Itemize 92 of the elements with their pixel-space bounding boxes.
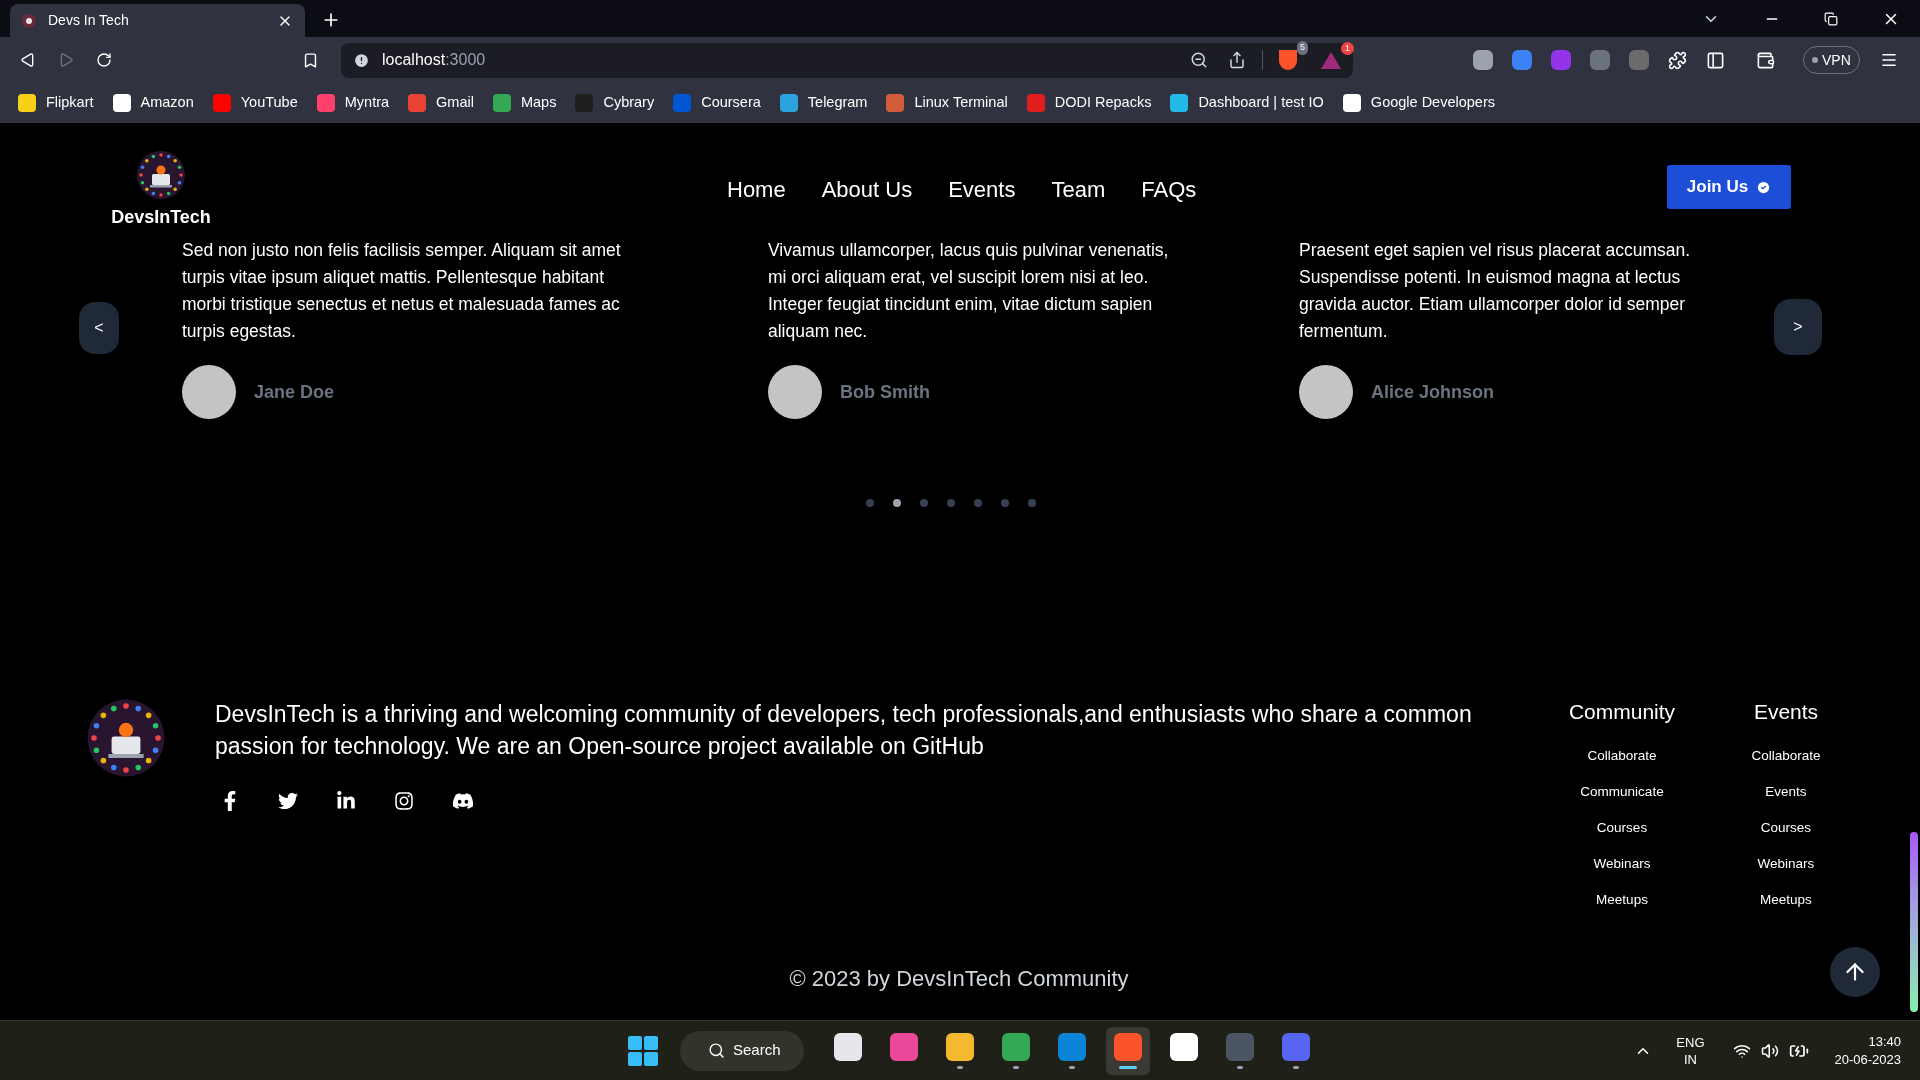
sidebar-icon[interactable] <box>1706 50 1725 70</box>
footer-link[interactable]: Courses <box>1760 819 1812 837</box>
taskbar-button[interactable] <box>1106 1026 1150 1075</box>
info-icon <box>353 51 370 69</box>
previous-button[interactable]: < <box>79 302 119 354</box>
avatar <box>1299 365 1353 419</box>
check-icon <box>1756 179 1772 195</box>
running-indicator <box>957 1065 963 1069</box>
running-indicator <box>1013 1065 1019 1069</box>
zoom-out-icon[interactable] <box>1190 51 1208 69</box>
nav-link[interactable]: FAQs <box>1141 173 1197 206</box>
language-text[interactable]: ENG <box>1676 1033 1705 1051</box>
footer-link[interactable]: Events <box>1765 783 1807 801</box>
running-indicator <box>1293 1065 1299 1069</box>
extension-icon[interactable] <box>1473 50 1493 70</box>
author-name: Alice Johnson <box>1371 380 1495 404</box>
logo-icon <box>136 150 186 200</box>
twitter-icon[interactable] <box>278 791 298 811</box>
search-button[interactable]: Search <box>680 1030 804 1071</box>
bookmark-link[interactable]: Linux Terminal <box>914 92 1008 114</box>
bookmark-link[interactable]: DODI Repacks <box>1054 92 1152 114</box>
bookmark-link[interactable]: Telegram <box>807 92 868 114</box>
scroll-to-top-button[interactable] <box>1830 947 1880 997</box>
extension-icon[interactable] <box>1590 50 1610 70</box>
footer-link[interactable]: Meetups <box>1596 891 1648 909</box>
footer-link[interactable]: Communicate <box>1580 783 1664 801</box>
footer-link[interactable]: Collaborate <box>1587 747 1657 765</box>
bookmark-link[interactable]: Maps <box>520 92 557 114</box>
restore-icon[interactable] <box>1824 12 1838 26</box>
browser-tab[interactable]: Devs In Tech <box>10 4 305 37</box>
tab-title: Devs In Tech <box>48 11 130 30</box>
bookmark-link[interactable]: Myntra <box>344 92 390 114</box>
footer-link[interactable]: Meetups <box>1760 891 1812 909</box>
author-name: Bob Smith <box>840 380 930 404</box>
copyright-text: © 2023 by DevsInTech Community <box>789 965 1129 993</box>
nav-link[interactable]: Home <box>727 173 786 206</box>
menu-icon[interactable] <box>1879 51 1898 69</box>
nav-link[interactable]: About Us <box>821 173 913 206</box>
about-text: DevsInTech is a thriving and welcoming community of developers, tech professionals,and enthusiasts who share a common passion for technology. We are an Open-source project available on GitHub <box>215 700 1473 761</box>
footer-link[interactable]: Collaborate <box>1751 747 1821 765</box>
nav-link[interactable]: Events <box>948 173 1016 206</box>
scrollbar-thumb[interactable] <box>1910 832 1918 1012</box>
clock-date[interactable]: 20-06-2023 <box>1834 1050 1901 1069</box>
forward-icon[interactable] <box>58 52 74 68</box>
start-icon[interactable] <box>628 1035 658 1066</box>
instagram-icon[interactable] <box>394 791 414 811</box>
linkedin-icon[interactable] <box>336 791 356 811</box>
avatar <box>768 365 822 419</box>
shields-icon[interactable] <box>1279 50 1297 70</box>
address-bar[interactable]: localhost:3000 5 1 <box>341 42 1353 78</box>
search-icon <box>708 1042 725 1059</box>
volume-icon[interactable] <box>1760 1041 1779 1060</box>
author-name: Jane Doe <box>254 380 335 404</box>
avatar <box>182 365 236 419</box>
extension-icon[interactable] <box>1512 50 1532 70</box>
running-indicator <box>1119 1065 1137 1069</box>
wallet-icon[interactable] <box>1756 50 1775 70</box>
bookmark-link[interactable]: Cybrary <box>603 92 655 114</box>
bookmark-link[interactable]: Google Developers <box>1370 92 1495 114</box>
join-us-button[interactable]: Join Us <box>1667 165 1791 209</box>
reload-icon[interactable] <box>96 52 112 68</box>
extensions-icon[interactable] <box>1668 50 1687 70</box>
bookmark-link[interactable]: YouTube <box>240 92 298 114</box>
bookmark-link[interactable]: Gmail <box>436 92 474 114</box>
footer-link[interactable]: Courses <box>1596 819 1648 837</box>
shields-count: 5 <box>1297 41 1308 55</box>
clock-time[interactable]: 13:40 <box>1868 1032 1901 1051</box>
logo-icon <box>86 698 166 778</box>
bookmark-link[interactable]: Flipkart <box>46 92 94 114</box>
region-text[interactable]: IN <box>1683 1050 1697 1068</box>
extension-icon[interactable] <box>1629 50 1649 70</box>
rewards-count: 1 <box>1341 41 1354 55</box>
tab-favicon-icon <box>22 13 36 28</box>
testimonial-text: Praesent eget sapien vel risus placerat accumsan. Suspendisse potenti. In euismod magna at lectus gravida auctor. Etiam ullamcorper dolor id semper fermentum. <box>1299 239 1692 343</box>
testimonial-text: Vivamus ullamcorper, lacus quis pulvinar venenatis, mi orci aliquam erat, vel suscipit lorem nisi at leo. Integer feugiat tincidunt enim, vitae dictum sapien aliquam nec. <box>768 239 1170 343</box>
brand-name: DevsInTech <box>111 206 211 229</box>
column-heading: Community <box>1568 699 1676 725</box>
bookmark-link[interactable]: Amazon <box>140 92 194 114</box>
footer-link[interactable]: Webinars <box>1593 855 1651 873</box>
nav-link[interactable]: Team <box>1051 173 1106 206</box>
back-icon[interactable] <box>20 52 36 68</box>
url-text: localhost:3000 <box>382 50 486 70</box>
bookmark-link[interactable]: Coursera <box>701 92 761 114</box>
column-heading: Events <box>1753 699 1819 725</box>
bookmark-link[interactable]: Dashboard | test IO <box>1198 92 1324 114</box>
running-indicator <box>1237 1065 1243 1069</box>
footer-link[interactable]: Webinars <box>1757 855 1815 873</box>
bookmark-icon[interactable] <box>302 51 319 69</box>
testimonial-text: Sed non justo non felis facilisis semper. Aliquam sit amet turpis vitae ipsum aliquet mattis. Pellentesque habitant morbi tristique senectus et netus et malesuada fames ac turpis egestas. <box>182 239 622 343</box>
share-icon[interactable] <box>1228 51 1246 69</box>
running-indicator <box>1069 1065 1075 1069</box>
next-button[interactable]: > <box>1774 299 1822 355</box>
